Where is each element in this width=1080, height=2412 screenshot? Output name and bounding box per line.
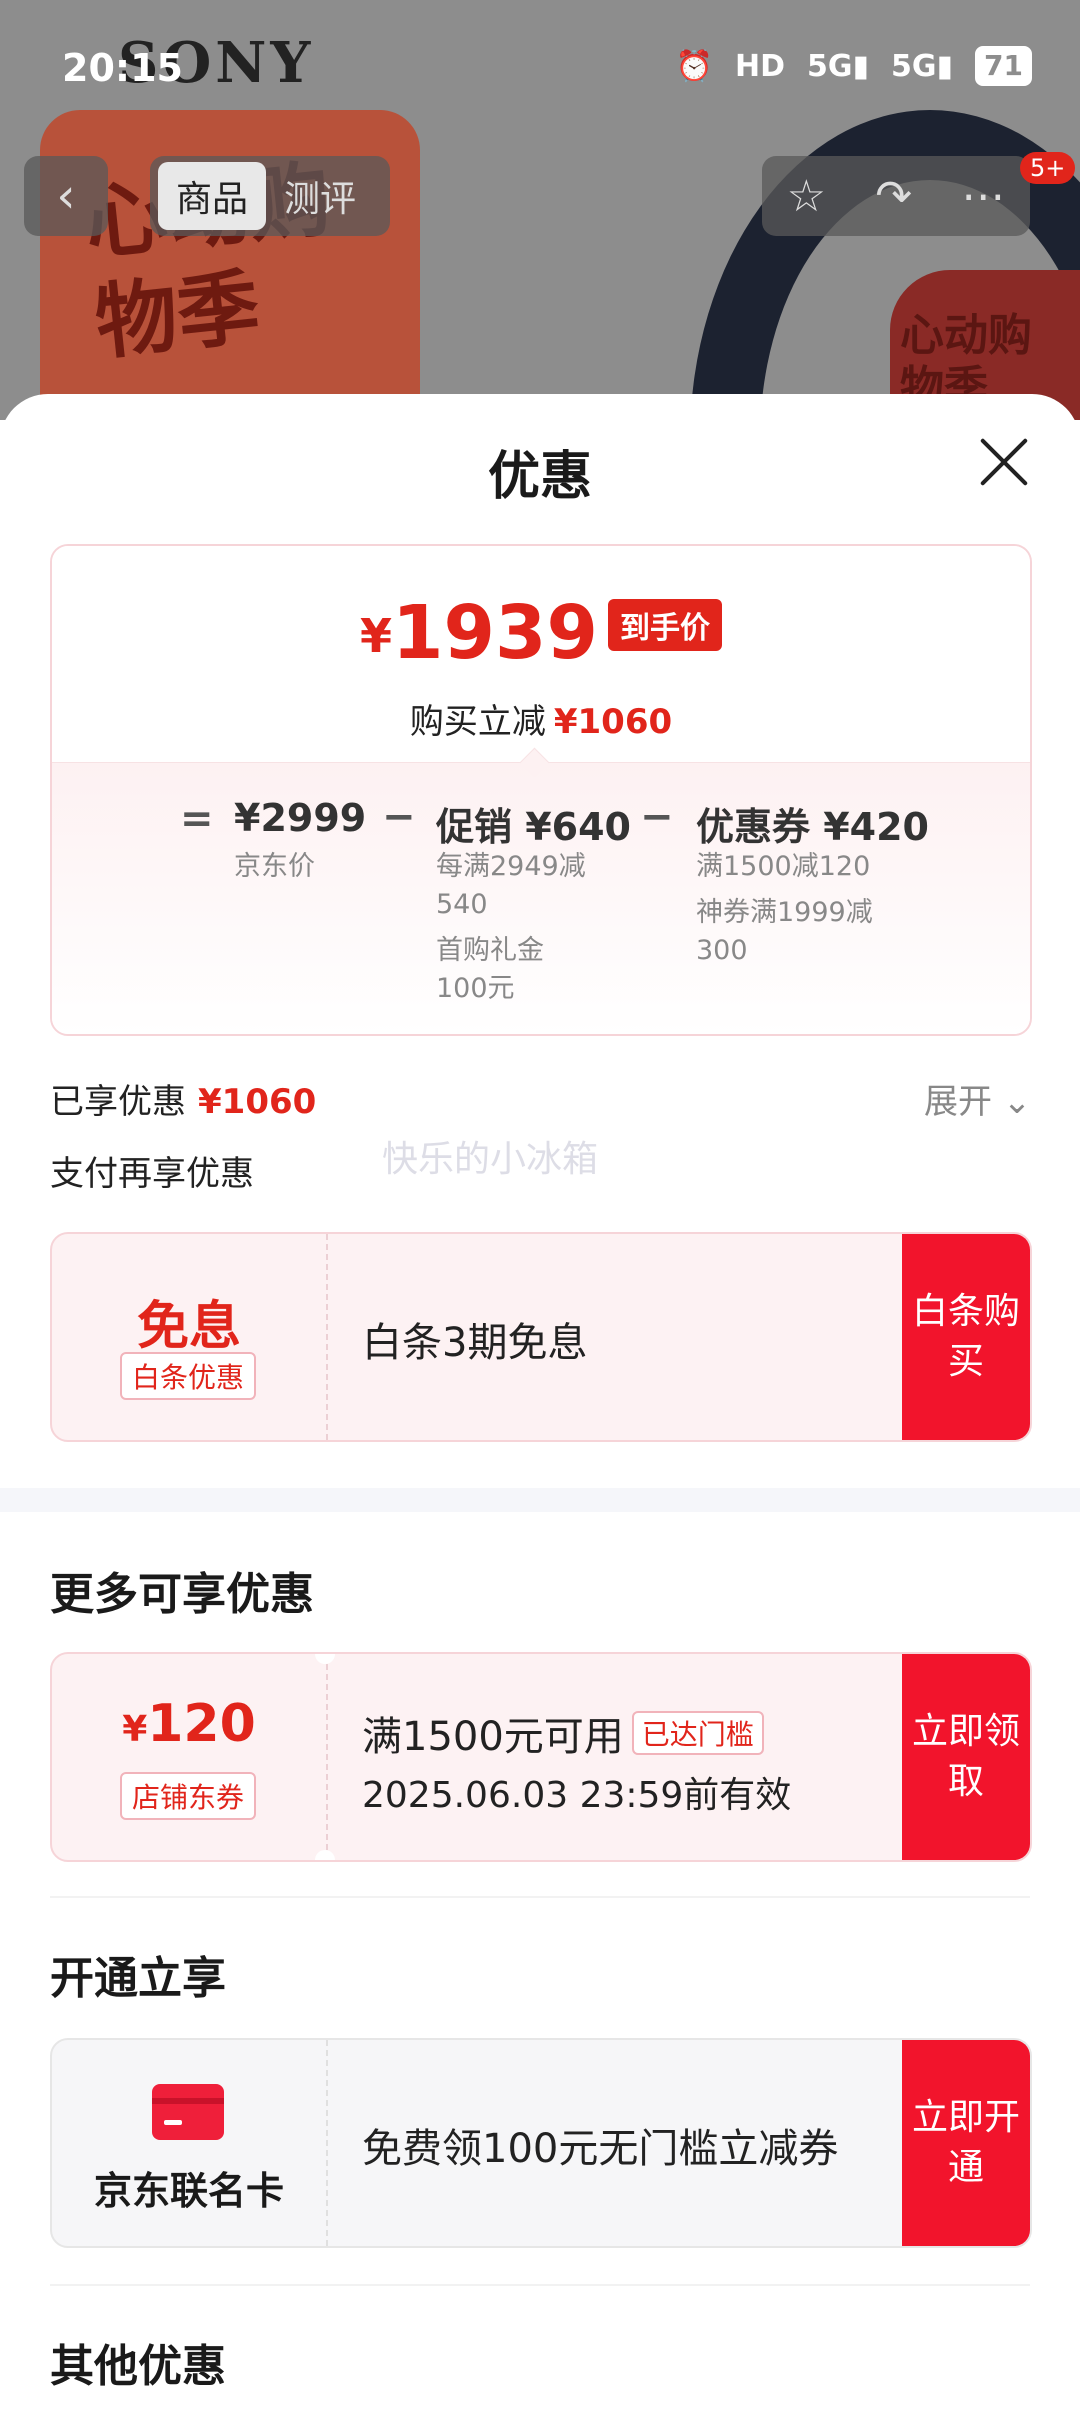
enjoyed-discount-value: ¥1060 [198,1082,317,1122]
final-price-tag: 到手价 [607,599,722,651]
hd-icon: HD [734,48,785,84]
final-price: ¥1939 到手价 [52,590,1030,676]
tab-product[interactable]: 商品 [158,162,267,230]
final-price-amount: 1939 [392,590,598,676]
minus-sign: − [382,794,416,840]
credit-card-icon [152,2084,224,2140]
chevron-left-icon: ‹ [56,168,76,224]
coupon-line-1: 满1500减120 [696,851,871,882]
cobrand-card-offer: 京东联名卡 免费领100元无门槛立减券 立即开通 [50,2038,1032,2248]
status-time: 20:15 [62,46,183,90]
coupon-notch-bottom [315,1850,335,1860]
battery-icon: 71 [975,46,1032,86]
final-price-section: ¥1939 到手价 购买立减 ¥1060 [52,546,1030,762]
pay-more-label: 支付再享优惠 [50,1154,254,1194]
baitiao-interest-free: 免息 [136,1297,241,1357]
coupon-line-2: 神券满1999减300 [696,897,873,966]
promo-line-2: 首购礼金100元 [436,935,544,1004]
price-breakdown-card: ¥1939 到手价 购买立减 ¥1060 = ¥2999 京东价 − 促销 ¥640… [50,544,1032,1036]
equals-sign: = [180,796,214,842]
instant-reduction: 购买立减 ¥1060 [409,702,673,742]
jd-price-value: ¥2999 [234,796,367,840]
tab-review[interactable]: 测评 [266,162,374,230]
more-offers-title: 更多可享优惠 [50,1569,314,1620]
status-icons: ⏰ HD 5G▮ 5G▮ 71 [676,46,1032,86]
divider-2 [50,2284,1030,2286]
expand-button[interactable]: 展开 ⌄ [924,1074,1031,1123]
baitiao-description: 白条3期免息 [362,1320,588,1366]
section-divider [0,1488,1080,1512]
sheet-title: 优惠 [487,447,592,507]
signal-icon-2: 5G▮ [891,48,954,84]
coupon-value: 优惠券 ¥420 [696,805,929,849]
cobrand-description: 免费领100元无门槛立减券 [362,2126,839,2172]
instant-reduction-value: ¥1060 [553,702,673,742]
discount-sheet: 优惠 ¥1939 到手价 购买立减 ¥1060 = ¥2999 京东价 − 促销 ¥… [0,394,1080,2412]
alarm-icon: ⏰ [675,48,713,84]
divider [50,1896,1030,1898]
minus-sign-2: − [640,794,674,840]
message-count-badge: 5+ [1020,152,1076,184]
store-coupon-expiry: 2025.06.03 23:59前有效 [362,1775,792,1816]
chevron-down-icon: ⌄ [992,1082,1032,1122]
watermark: 快乐的小冰箱 [382,1139,599,1180]
store-coupon-card: ¥120 店铺东券 满1500元可用 已达门槛 2025.06.03 23:59前… [50,1652,1032,1862]
close-icon[interactable] [976,434,1032,490]
jd-price-label: 京东价 [234,851,315,882]
enjoyed-discount: 已享优惠 ¥1060 [50,1082,317,1122]
promo-value: 促销 ¥640 [436,805,631,849]
other-offers-title: 其他优惠 [50,2341,226,2392]
more-icon[interactable]: ⋯ [961,171,1005,222]
open-enjoy-title: 开通立享 [50,1953,226,2004]
threshold-met-tag: 已达门槛 [631,1711,764,1755]
signal-icon: 5G▮ [807,48,870,84]
share-icon[interactable]: ↷ [875,171,912,222]
header-actions: ☆ ↷ ⋯ [762,156,1030,236]
product-tabs: 商品 测评 [150,156,390,236]
store-coupon-amount: ¥120 [122,1694,256,1754]
product-header-dimmed: 心动购物季 心动购物季 SONY 20:15 ⏰ HD 5G▮ 5G▮ 71 ‹… [0,0,1080,420]
promo-line-1: 每满2949减540 [436,851,586,920]
baitiao-offer-card: 免息 白条优惠 白条3期免息 白条购买 [50,1232,1032,1442]
back-button[interactable]: ‹ [24,156,108,236]
cobrand-card-name: 京东联名卡 [93,2169,284,2213]
open-card-button[interactable]: 立即开通 [902,2040,1030,2246]
favorite-star-icon[interactable]: ☆ [787,171,826,222]
claim-coupon-button[interactable]: 立即领取 [902,1654,1030,1860]
store-coupon-tag: 店铺东券 [120,1772,257,1820]
store-coupon-condition: 满1500元可用 已达门槛 [362,1704,764,1762]
baitiao-tag: 白条优惠 [120,1352,257,1400]
baitiao-buy-button[interactable]: 白条购买 [902,1234,1030,1440]
